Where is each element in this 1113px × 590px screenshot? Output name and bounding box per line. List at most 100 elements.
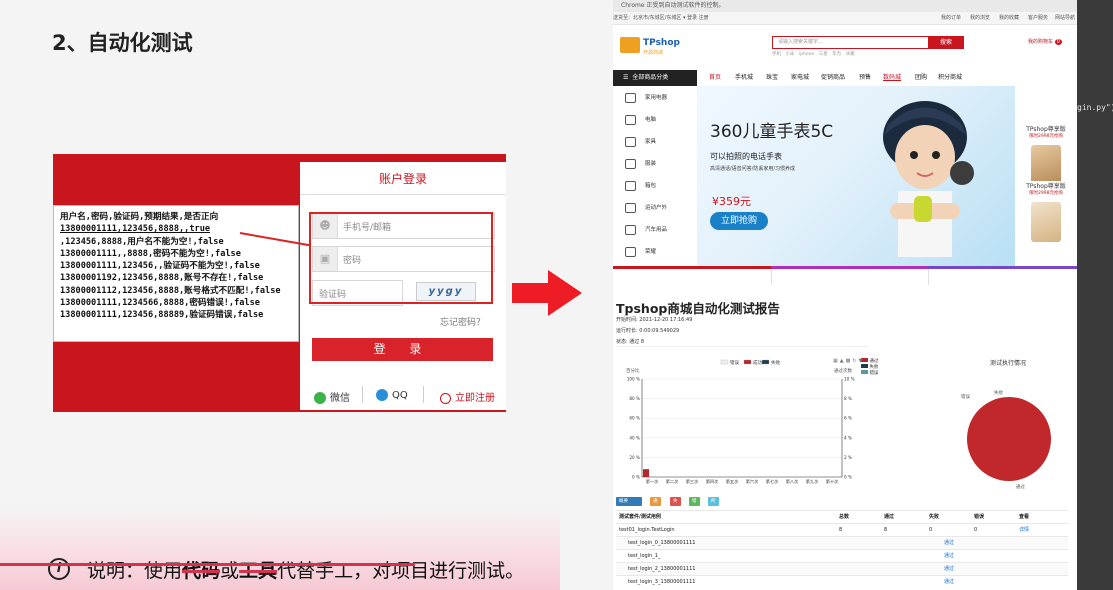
header-cell: 总数 [839,514,850,520]
bag-icon [625,181,636,191]
wechat-icon [314,392,326,404]
cell: test_login_1_ [628,553,661,559]
category-item[interactable]: 服装 [613,152,697,174]
menu-points[interactable]: 积分商城 [938,70,962,86]
y-tick-label: 0 % [632,475,640,480]
side-product-price: 限时2998元抢购 [1029,191,1063,196]
table-row: test_login_0_13800001111 通过 [616,536,1068,550]
pie-chart [967,397,1051,481]
forgot-password-link[interactable]: 忘记密码？ [440,315,485,328]
cell: test_login_2_13800001111 [628,566,696,572]
badge-error[interactable]: 错误 0 [689,497,700,522]
tab-bar[interactable] [771,266,928,269]
side-product-name: TPshop尊享版 [1026,126,1066,133]
badge-summary[interactable]: 概要 100.00% [616,497,643,513]
category-item[interactable]: 汽车用品 [613,218,697,240]
list-icon: ☰ [623,74,629,81]
data-line: 13800001111,123456,8888,,true [60,224,211,235]
hot-words[interactable]: 手机 小米 iphone 三星 华为 冰箱 [772,51,854,57]
honor-icon [625,247,636,257]
nav-orders[interactable]: 我的订单 [941,12,961,24]
legend-swatch [861,364,868,368]
banner-title: 360儿童手表5C [710,122,834,142]
badge-all[interactable]: 所有 8 [708,497,719,522]
badge-fail[interactable]: 失败 0 [670,497,681,522]
category-item[interactable]: 运动户外 [613,196,697,218]
register-label: 立即注册 [455,393,495,404]
nav-sitemap[interactable]: 网站导航 [1055,12,1075,24]
menu-jewelry[interactable]: 珠宝 [766,70,778,86]
cart-label: 我的购物车 [1028,39,1054,45]
category-item[interactable]: 荣耀 [613,240,697,262]
report-duration: 运行时长: 0:00:09.549029 [616,328,680,334]
badge-pass[interactable]: 通过 8 [650,497,661,522]
menu-home[interactable]: 首页 [709,70,721,86]
cart-button[interactable]: 我的购物车 0 [1028,38,1062,45]
side-product[interactable]: TPshop尊享版 限时2998元抢购 [1015,181,1077,270]
data-line: 13800001111,123456,88889,验证码错误,false [60,310,264,321]
wechat-login[interactable]: 微信 [314,389,350,404]
appliance-icon [625,93,636,103]
category-item[interactable]: 家用电器 [613,86,697,108]
menu-presale[interactable]: 预售 [859,70,871,86]
pie-label: 通过 [1016,485,1025,490]
pie-label: 失败 [994,391,1003,396]
table-row: test01_login.TestLogin 8 8 0 0 详情 [616,523,1068,537]
header-cell: 测试套件/测试用例 [619,514,661,520]
status-link[interactable]: 通过 [944,537,954,549]
menu-phones[interactable]: 手机城 [735,70,753,86]
y-tick-label: 80 % [629,396,640,401]
category-item[interactable]: 家具 [613,130,697,152]
status-link[interactable]: 通过 [944,576,954,588]
shop-logo[interactable]: TPshop [643,38,680,48]
category-label: 家具 [645,139,657,145]
menu-promo[interactable]: 促销商品 [821,70,845,86]
strike-line [0,563,415,566]
phone-image [1031,202,1061,242]
data-line: 13800001112,123456,8888,账号格式不匹配!,false [60,285,281,296]
furniture-icon [625,137,636,147]
register-link[interactable]: 立即注册 [440,389,495,404]
search-button[interactable]: 搜索 [928,36,964,49]
category-item[interactable]: 电脑 [613,108,697,130]
header-cell: 通过 [884,514,895,520]
data-line: 13800001111,1234566,8888,密码错误!,false [60,298,260,309]
buy-now-button[interactable]: 立即抢购 [710,212,768,230]
qq-login[interactable]: QQ [376,389,408,401]
nav-service[interactable]: 客户服务 [1028,12,1048,24]
test-data-box: 用户名,密码,验证码,预期结果,是否正向 13800001111,123456,… [53,205,299,342]
shop-logo-icon[interactable] [620,37,640,53]
qq-icon [376,389,388,401]
side-product-price: 限时2998元抢购 [1029,134,1063,139]
sports-icon [625,203,636,213]
chart-toolbox[interactable]: ▦▲▩↻▼ [833,358,864,364]
menu-group[interactable]: 团购 [915,70,927,86]
menu-digital[interactable]: 数码城 [883,70,901,86]
data-line: 13800001192,123456,8888,账号不存在!,false [60,273,264,284]
y-tick-label: 10 % [844,377,855,382]
pie-label: 错误 [961,395,970,400]
side-product-name: TPshop尊享版 [1026,183,1066,190]
automation-notice-text: Chrome 正受到自动测试软件的控制。 [621,2,725,9]
search-input[interactable]: 请输入搜索关键字... [772,36,934,49]
menu-appliances[interactable]: 家电城 [791,70,809,86]
all-categories-label: 全部商品分类 [632,74,669,81]
nav-history[interactable]: 我的浏览 [970,12,990,24]
slide-title: 2、自动化测试 [52,31,193,55]
main-menu: 首页 手机城 珠宝 家电城 促销商品 预售 数码城 团购 积分商城 [709,70,1113,86]
divider [928,269,929,285]
status-link[interactable]: 通过 [944,563,954,575]
nav-favorites[interactable]: 我的收藏 [999,12,1019,24]
info-icon: i [48,558,70,580]
status-link[interactable]: 通过 [944,550,954,562]
tab-bar[interactable] [928,266,1077,269]
x-tick-label: 第七次 [766,478,779,485]
tab-bar[interactable] [613,266,771,269]
login-button[interactable]: 登 录 [312,338,493,361]
y-tick-label: 60 % [629,416,640,421]
all-categories[interactable]: ☰ 全部商品分类 [613,70,697,86]
category-item[interactable]: 箱包 [613,174,697,196]
table-header: 测试套件/测试用例 总数 通过 失败 错误 查看 [616,510,1068,524]
delivery-location[interactable]: 送货至：北京市/东城区/东城区 ▾ 登录 注册 [613,12,709,24]
detail-link[interactable]: 详情 [1019,524,1029,536]
